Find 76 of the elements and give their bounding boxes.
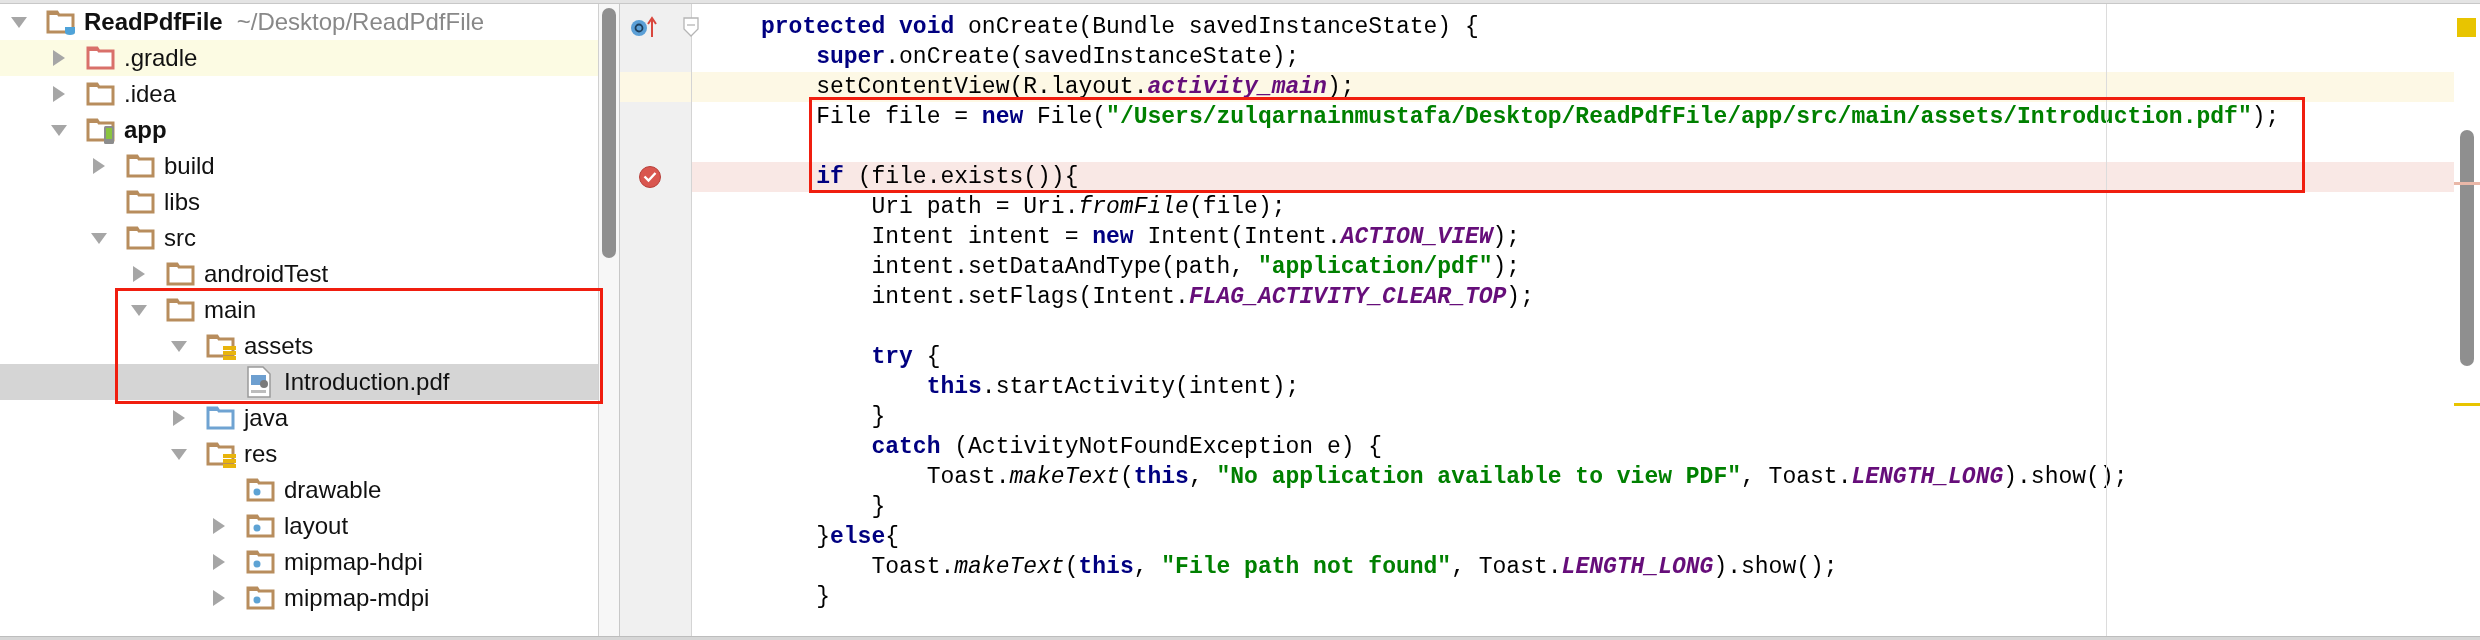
code-line: super.onCreate(savedInstanceState); [815, 43, 1300, 72]
item-label: .gradle [124, 43, 198, 73]
fold-marker-icon[interactable] [683, 17, 699, 37]
item-label: Introduction.pdf [284, 367, 450, 397]
folder-icon [166, 260, 198, 288]
override-icon[interactable] [630, 16, 658, 38]
tree-item[interactable]: src [0, 220, 598, 256]
code-line: Intent intent = new Intent(Intent.ACTION_VIEW); [870, 223, 1521, 252]
resource-folder-icon [246, 548, 278, 576]
item-label: assets [244, 331, 314, 361]
item-label: drawable [284, 475, 382, 505]
code-line: } [815, 583, 830, 612]
tree-item[interactable]: build [0, 148, 598, 184]
tree-item[interactable]: main [0, 292, 598, 328]
module-folder-icon [86, 116, 118, 144]
tree-item[interactable]: libs [0, 184, 598, 220]
code-line: File file = new File("/Users/zulqarnainmustafa/Desktop/ReadPdfFile/app/src/main/assets/Introduction.pdf"); [815, 103, 2280, 132]
tree-item[interactable]: .gradle [0, 40, 598, 76]
source-folder-icon [206, 404, 238, 432]
resource-folder-icon [246, 512, 278, 540]
item-label: androidTest [204, 259, 329, 289]
pdf-file-icon [246, 366, 272, 398]
item-label: java [244, 403, 289, 433]
code-line: try { [870, 343, 941, 372]
folder-icon [126, 224, 158, 252]
excluded-folder-icon [86, 44, 118, 72]
breakpoint-icon[interactable] [638, 165, 662, 189]
project-folder-icon [46, 8, 78, 36]
item-label: libs [164, 187, 200, 217]
resource-folder-icon [246, 584, 278, 612]
item-label: app [124, 115, 167, 145]
item-label: mipmap-mdpi [284, 583, 430, 613]
resource-folder-icon [246, 476, 278, 504]
item-label: mipmap-hdpi [284, 547, 423, 577]
code-line: intent.setDataAndType(path, "application/pdf"); [870, 253, 1521, 282]
tree-item[interactable]: mipmap-mdpi [0, 580, 598, 616]
item-label: .idea [124, 79, 177, 109]
code-line: if (file.exists()){ [815, 163, 1079, 192]
code-line: Toast.makeText(this, "File path not found", Toast.LENGTH_LONG).show(); [870, 553, 1838, 582]
item-label: ReadPdfFile [84, 7, 223, 37]
resources-folder-icon [206, 332, 238, 360]
tree-item[interactable]: ReadPdfFile ~/Desktop/ReadPdfFile [0, 4, 598, 40]
scrollbar-thumb[interactable] [2460, 130, 2474, 366]
item-label: src [164, 223, 196, 253]
tree-item[interactable]: java [0, 400, 598, 436]
code-line: protected void onCreate(Bundle savedInstanceState) { [761, 13, 1479, 42]
tree-item[interactable]: res [0, 436, 598, 472]
code-line: setContentView(R.layout.activity_main); [815, 73, 1355, 102]
status-icon [2457, 18, 2476, 37]
item-label: build [164, 151, 215, 181]
tree-item[interactable]: assets [0, 328, 598, 364]
tree-item[interactable]: androidTest [0, 256, 598, 292]
code-line: } [870, 493, 886, 522]
resources-folder-icon [206, 440, 238, 468]
folder-icon [86, 80, 118, 108]
tree-item[interactable]: drawable [0, 472, 598, 508]
scrollbar-thumb[interactable] [602, 8, 616, 258]
code-line: this.startActivity(intent); [925, 373, 1300, 402]
item-label: res [244, 439, 278, 469]
folder-icon [126, 152, 158, 180]
tree-item[interactable]: app [0, 112, 598, 148]
code-line: Uri path = Uri.fromFile(file); [870, 193, 1286, 222]
item-path: ~/Desktop/ReadPdfFile [236, 7, 485, 37]
tree-item[interactable]: layout [0, 508, 598, 544]
code-line: intent.setFlags(Intent.FLAG_ACTIVITY_CLEAR_TOP); [870, 283, 1534, 312]
code-line: }else{ [815, 523, 900, 552]
tree-item[interactable]: .idea [0, 76, 598, 112]
tree-item[interactable]: Introduction.pdf [0, 364, 598, 400]
tree-item[interactable]: mipmap-hdpi [0, 544, 598, 580]
folder-icon [166, 296, 198, 324]
item-label: layout [284, 511, 349, 541]
item-label: main [204, 295, 257, 325]
folder-icon [126, 188, 158, 216]
code-line: Toast.makeText(this, "No application available to view PDF", Toast.LENGTH_LONG).show(); [925, 463, 2128, 492]
code-line: } [870, 403, 886, 432]
code-line: catch (ActivityNotFoundException e) { [870, 433, 1383, 462]
